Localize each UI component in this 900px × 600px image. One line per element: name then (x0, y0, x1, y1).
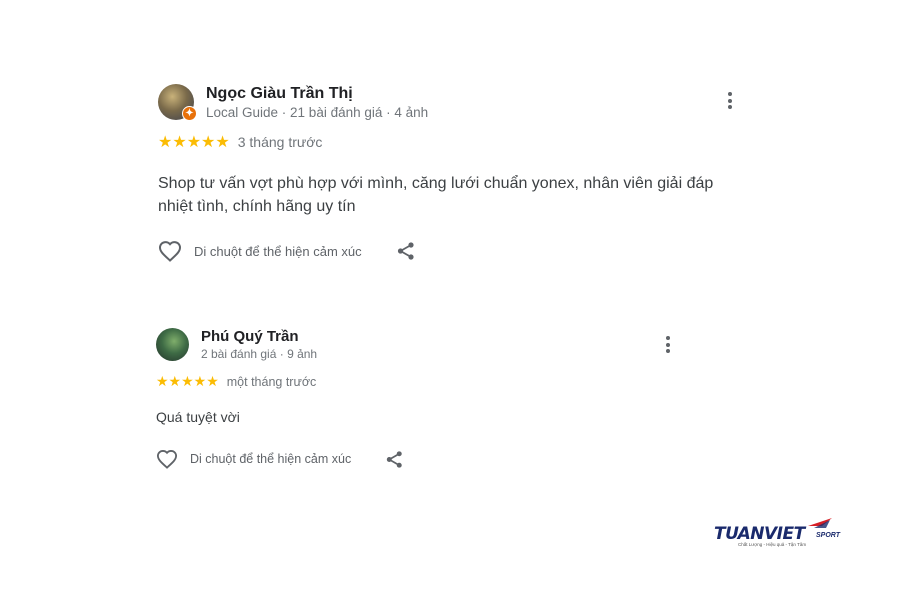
reaction-label: Di chuột để thể hiện cảm xúc (190, 452, 352, 466)
review-actions: Di chuột để thể hiện cảm xúc (156, 449, 676, 469)
rating-row: ★★★★★ một tháng trước (156, 373, 676, 390)
review-card: ✦ Ngọc Giàu Trần Thị Local Guide · 21 bà… (158, 84, 738, 262)
heart-icon[interactable] (158, 240, 182, 262)
tuanviet-sport-logo: TUANVIET SPORT Chất Lượng - Hiệu quả - T… (714, 516, 844, 550)
review-header: Phú Quý Trần 2 bài đánh giá · 9 ảnh (156, 328, 676, 361)
star-rating: ★★★★★ (158, 134, 230, 151)
share-icon[interactable] (385, 450, 404, 469)
review-time: một tháng trước (226, 374, 317, 389)
reaction-label: Di chuột để thể hiện cảm xúc (194, 243, 362, 259)
logo-sport-text: SPORT (816, 532, 840, 539)
reviewer-meta: Phú Quý Trần 2 bài đánh giá · 9 ảnh (201, 328, 317, 361)
reviewer-subtitle: Local Guide · 21 bài đánh giá · 4 ảnh (206, 104, 429, 120)
share-icon[interactable] (396, 241, 416, 261)
reviewer-name[interactable]: Ngọc Giàu Trần Thị (206, 85, 428, 103)
reviewer-name[interactable]: Phú Quý Trần (201, 328, 317, 345)
local-guide-badge-icon: ✦ (182, 106, 197, 121)
avatar[interactable] (156, 328, 189, 361)
review-actions: Di chuột để thể hiện cảm xúc (158, 240, 738, 262)
review-text: Quá tuyệt vời (156, 406, 676, 429)
more-options-icon[interactable] (660, 336, 676, 358)
avatar[interactable]: ✦ (158, 84, 197, 121)
review-card: Phú Quý Trần 2 bài đánh giá · 9 ảnh ★★★★… (156, 328, 676, 469)
review-time: 3 tháng trước (237, 134, 323, 150)
reviewer-subtitle: 2 bài đánh giá · 9 ảnh (201, 347, 318, 361)
review-text-line: nhiệt tình, chính hãng uy tín (158, 198, 356, 215)
review-header: ✦ Ngọc Giàu Trần Thị Local Guide · 21 bà… (158, 84, 738, 121)
reviewer-meta: Ngọc Giàu Trần Thị Local Guide · 21 bài … (206, 85, 428, 120)
review-text-line: Quá tuyệt vời (156, 409, 240, 425)
rating-row: ★★★★★ 3 tháng trước (158, 132, 738, 152)
heart-icon[interactable] (156, 449, 178, 469)
more-options-icon[interactable] (722, 92, 738, 114)
logo-text: TUANVIET (714, 524, 805, 544)
review-text: Shop tư vấn vợt phù hợp với mình, căng l… (158, 172, 738, 218)
star-rating: ★★★★★ (156, 373, 219, 389)
review-text-line: Shop tư vấn vợt phù hợp với mình, căng l… (158, 175, 714, 192)
logo-tagline: Chất Lượng - Hiệu quả - Tận Tâm (738, 542, 807, 547)
